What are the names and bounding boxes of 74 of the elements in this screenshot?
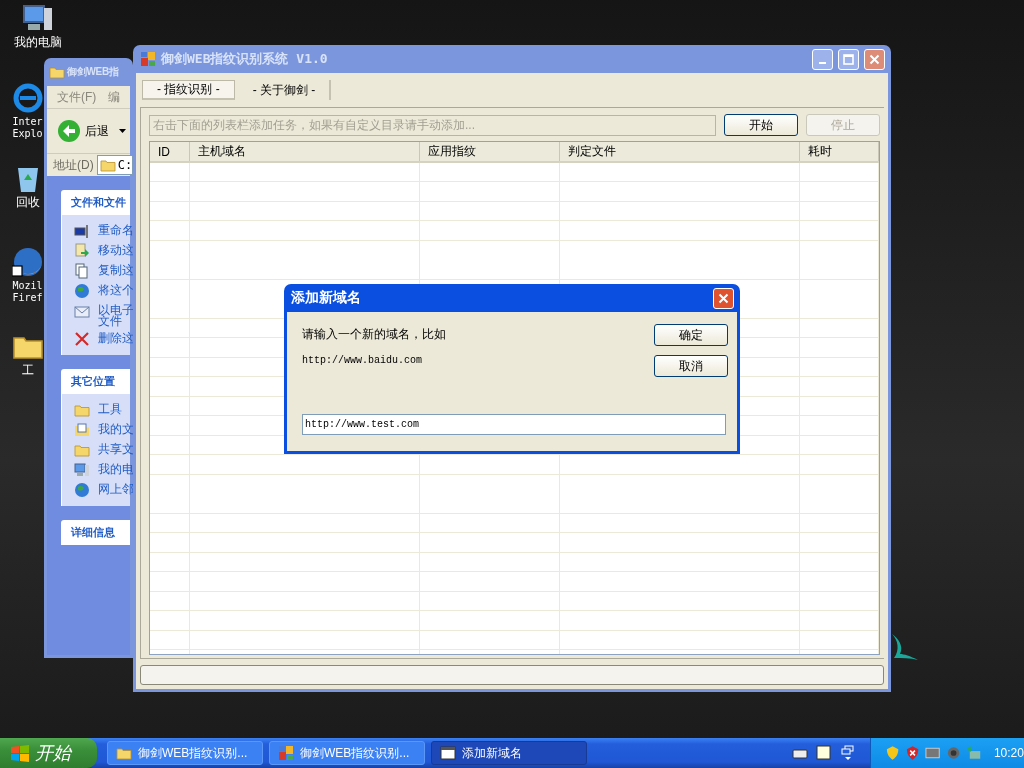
desktop-icon-label[interactable]: Mozil Firef	[12, 280, 43, 304]
column-header[interactable]: 判定文件	[560, 142, 800, 161]
app-icon	[140, 51, 156, 67]
desktop-icon-label[interactable]: 回收	[15, 196, 40, 208]
taskbar-button[interactable]: 御剑WEB指纹识别...	[107, 741, 263, 765]
browser-icon	[11, 82, 44, 114]
mail-icon	[74, 303, 90, 319]
column-header[interactable]: 应用指纹	[420, 142, 560, 161]
desktop-icon-label[interactable]: Inter Explo	[12, 116, 43, 140]
close-button[interactable]	[713, 287, 734, 309]
cancel-button[interactable]: 取消	[654, 355, 728, 377]
close-icon	[718, 292, 729, 304]
restore-icon[interactable]	[840, 745, 856, 761]
taskbar-button[interactable]: 添加新域名	[431, 741, 587, 765]
minimize-icon	[819, 62, 826, 64]
ok-button[interactable]: 确定	[654, 324, 728, 346]
column-header[interactable]: ID	[150, 142, 190, 161]
column-header[interactable]: 主机域名	[190, 142, 420, 161]
close-icon	[869, 53, 880, 65]
task-link[interactable]: 我的文	[98, 422, 133, 435]
folder-icon	[74, 442, 90, 458]
start-button[interactable]: 开始	[724, 114, 798, 136]
panel-header[interactable]: 其它位置	[61, 369, 130, 394]
copy-icon	[74, 263, 90, 279]
domain-input[interactable]: http://www.test.com	[302, 414, 726, 435]
maximize-icon	[843, 53, 854, 65]
panel-header[interactable]: 文件和文件	[61, 190, 130, 215]
folder-icon	[99, 157, 116, 173]
window-title: 御剑WEB指纹识别系统 V1.0	[161, 50, 329, 68]
example-url: http://www.baidu.com	[302, 355, 424, 366]
tab[interactable]: - 关于御剑 -	[238, 80, 332, 100]
documents-icon	[74, 422, 90, 438]
task-link[interactable]: 工具	[98, 402, 122, 415]
window-title: 御剑WEB指	[67, 65, 120, 79]
move-file-icon	[74, 243, 90, 259]
task-link[interactable]: 复制这	[98, 263, 133, 276]
folder-icon	[74, 402, 90, 418]
start-button[interactable]: 开始	[0, 738, 97, 768]
tab[interactable]: - 指纹识别 -	[142, 80, 235, 100]
prompt-text: 请输入一个新的域名，比如	[302, 326, 447, 343]
rename-icon	[74, 223, 90, 239]
task-link[interactable]: 将这个	[98, 283, 133, 296]
delete-icon	[74, 331, 90, 347]
folder-icon	[49, 64, 65, 80]
windows-logo	[10, 744, 30, 762]
app-icon	[278, 745, 294, 761]
globe-icon	[74, 482, 90, 498]
computer-icon	[74, 462, 90, 478]
task-link[interactable]: 重命名	[98, 223, 133, 236]
folder-icon	[116, 745, 132, 761]
desktop-icon-label[interactable]: 我的电脑	[14, 36, 62, 48]
shield-icon[interactable]	[905, 745, 921, 761]
speaker-icon[interactable]	[945, 745, 961, 761]
dialog-title: 添加新域名	[291, 289, 362, 307]
clock: 10:20	[993, 746, 1024, 760]
task-link[interactable]: 网上邻	[98, 482, 133, 495]
back-button[interactable]: 后退	[57, 119, 126, 143]
panel-header[interactable]: 详细信息	[61, 520, 130, 545]
task-link[interactable]: 我的电	[98, 462, 133, 475]
task-link[interactable]: 以电子 文件	[98, 303, 133, 327]
desktop-icon-label[interactable]: 工	[21, 364, 34, 376]
taskbar-button[interactable]: 御剑WEB指纹识别...	[269, 741, 425, 765]
window-icon	[440, 745, 456, 761]
task-link[interactable]: 删除这	[98, 331, 133, 344]
task-link[interactable]: 移动这	[98, 243, 133, 256]
minimize-button[interactable]	[812, 48, 833, 70]
globe-icon	[74, 283, 90, 299]
maximize-button[interactable]	[838, 48, 859, 70]
caret-icon	[119, 129, 126, 133]
column-header[interactable]: 耗时	[800, 142, 879, 161]
address-field[interactable]: C:	[96, 155, 133, 175]
close-button[interactable]	[864, 48, 885, 70]
task-link[interactable]: 共享文	[98, 442, 133, 455]
address-label: 地址(D)	[53, 156, 94, 174]
